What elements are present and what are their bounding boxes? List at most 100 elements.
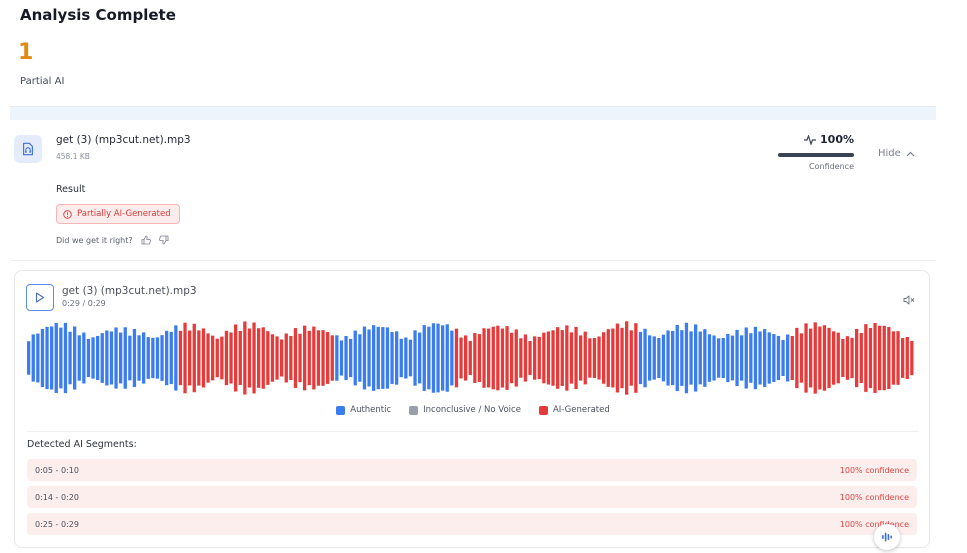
waveform-legend: Authentic Inconclusive / No Voice AI-Gen… — [15, 405, 931, 415]
voice-assistant-button[interactable] — [874, 524, 900, 550]
summary-strip — [10, 106, 936, 120]
waveform-bar-ai-generated — [491, 326, 495, 390]
waveform-bar-authentic — [638, 331, 643, 385]
waveform-bar-ai-generated — [537, 336, 541, 380]
partial-ai-count: 1 — [18, 40, 34, 65]
waveform-bar-ai-generated — [583, 331, 587, 385]
waveform-bar-ai-generated — [551, 330, 555, 386]
waveform-bar-ai-generated — [192, 323, 196, 393]
waveform-bar-authentic — [726, 333, 730, 383]
waveform-bar-authentic — [174, 325, 178, 391]
waveform-bar-authentic — [680, 330, 684, 386]
waveform-bar-ai-generated — [629, 330, 633, 386]
waveform-bar-authentic — [427, 326, 431, 390]
waveform-bar-ai-generated — [804, 323, 808, 393]
feedback-prompt: Did we get it right? — [56, 235, 133, 245]
waveform-bar-authentic — [128, 335, 132, 381]
segment-range: 0:25 - 0:29 — [35, 519, 79, 529]
confidence-value: 100% — [820, 133, 854, 146]
waveform-bar-ai-generated — [330, 335, 334, 381]
waveform-bar-authentic — [77, 335, 81, 381]
waveform-bar-ai-generated — [247, 328, 252, 388]
waveform-bar-authentic — [82, 332, 86, 384]
segment-row[interactable]: 0:25 - 0:29 100% confidence — [27, 513, 917, 535]
thumbs-down-button[interactable] — [158, 235, 169, 245]
waveform-bar-ai-generated — [569, 332, 574, 384]
volume-button[interactable] — [903, 290, 915, 309]
waveform-bar-ai-generated — [579, 335, 583, 381]
play-icon — [35, 292, 45, 303]
waveform-bar-ai-generated — [859, 333, 863, 383]
legend-swatch-ai-generated — [538, 405, 548, 415]
waveform-bar-authentic — [376, 326, 380, 390]
waveform-bar-authentic — [358, 334, 362, 382]
waveform-bar-authentic — [666, 330, 670, 386]
waveform-bar-ai-generated — [326, 332, 330, 384]
waveform-bar-authentic — [155, 337, 160, 379]
waveform-bar-authentic — [740, 335, 744, 381]
waveform-bar-ai-generated — [275, 336, 279, 380]
waveform-bar-ai-generated — [206, 333, 210, 383]
waveform-bar-ai-generated — [891, 331, 896, 385]
waveform-bar-ai-generated — [284, 333, 288, 383]
waveform-bar-authentic — [671, 330, 675, 386]
result-badge-text: Partially AI-Generated — [77, 209, 171, 219]
waveform-bar-authentic — [123, 327, 127, 389]
waveform-bar-authentic — [767, 332, 771, 384]
waveform-bar-authentic — [689, 331, 693, 385]
legend-ai-generated: AI-Generated — [538, 405, 610, 415]
waveform-bar-authentic — [657, 337, 661, 379]
waveform-bar-authentic — [744, 327, 748, 389]
waveform-bar-ai-generated — [528, 340, 532, 376]
segments-title: Detected AI Segments: — [27, 439, 137, 450]
waveform-bar-ai-generated — [878, 325, 882, 391]
segment-row[interactable]: 0:05 - 0:10 100% confidence — [27, 459, 917, 481]
segment-list: 0:05 - 0:10 100% confidence 0:14 - 0:20 … — [27, 459, 917, 540]
segment-row[interactable]: 0:14 - 0:20 100% confidence — [27, 486, 917, 508]
waveform-bar-ai-generated — [855, 328, 859, 388]
chevron-up-icon — [906, 151, 915, 156]
waveform-bar-authentic — [109, 331, 114, 385]
waveform-bar-authentic — [418, 332, 422, 384]
waveform-bar-ai-generated — [238, 330, 242, 385]
segments-divider — [27, 431, 919, 432]
waveform-bar-ai-generated — [827, 327, 831, 389]
waveform-bar-ai-generated — [519, 338, 523, 378]
waveform-bar-authentic — [59, 327, 63, 389]
waveform-bar-ai-generated — [533, 336, 537, 380]
confidence-bar — [778, 153, 854, 157]
waveform-bar-authentic — [169, 331, 173, 385]
thumbs-up-icon — [141, 235, 151, 245]
waveform-bar-ai-generated — [293, 328, 298, 388]
waveform-bar-authentic — [142, 332, 146, 384]
thumbs-up-button[interactable] — [141, 235, 151, 245]
waveform-bar-ai-generated — [303, 325, 307, 391]
waveform-bar-authentic — [735, 329, 739, 387]
confidence-indicator: 100% Confidence — [776, 133, 854, 171]
play-button[interactable] — [26, 284, 54, 311]
waveform-bar-authentic — [146, 337, 150, 379]
waveform-bar-authentic — [105, 330, 109, 386]
page-title: Analysis Complete — [20, 6, 176, 24]
waveform-bar-authentic — [652, 336, 656, 380]
waveform-bar-ai-generated — [321, 330, 325, 386]
result-badge: Partially AI-Generated — [56, 204, 180, 224]
waveform-bar-ai-generated — [546, 331, 551, 385]
waveform-bar-ai-generated — [841, 338, 845, 378]
waveform-bar-authentic — [717, 338, 721, 378]
waveform-bar-ai-generated — [864, 324, 868, 392]
legend-inconclusive-label: Inconclusive / No Voice — [423, 405, 521, 415]
audio-bars-icon — [882, 532, 892, 542]
waveform-bar-authentic — [675, 324, 679, 392]
waveform-bar-authentic — [698, 331, 702, 385]
waveform-bar-authentic — [707, 334, 712, 382]
waveform-bar-authentic — [96, 335, 100, 381]
waveform[interactable] — [27, 321, 919, 395]
pulse-icon — [804, 134, 817, 145]
waveform-bar-authentic — [684, 322, 689, 394]
hide-button[interactable]: Hide — [878, 148, 915, 159]
waveform-bar-ai-generated — [905, 337, 909, 379]
waveform-bar-ai-generated — [850, 337, 854, 379]
waveform-bar-ai-generated — [261, 327, 265, 389]
waveform-bar-ai-generated — [289, 335, 293, 381]
